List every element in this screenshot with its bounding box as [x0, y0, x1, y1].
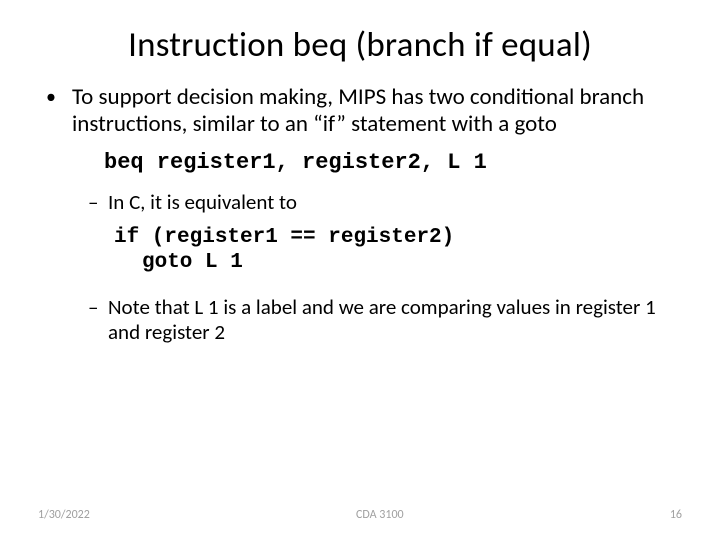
- bullet-dash: –: [88, 295, 108, 345]
- bullet-text: To support decision making, MIPS has two…: [72, 84, 680, 138]
- code-c: if (register1 == register2) goto L 1: [114, 225, 680, 275]
- bullet-level1: • To support decision making, MIPS has t…: [46, 84, 680, 138]
- bullet-text: In C, it is equivalent to: [108, 190, 680, 215]
- footer-page: 16: [670, 508, 682, 522]
- code-beq: beq register1, register2, L 1: [104, 150, 680, 176]
- bullet-level2-a: – In C, it is equivalent to: [88, 190, 680, 215]
- footer-date: 1/30/2022: [38, 508, 90, 522]
- bullet-level2-b: – Note that L 1 is a label and we are co…: [88, 295, 680, 345]
- bullet-text: Note that L 1 is a label and we are comp…: [108, 295, 680, 345]
- code-line-1: if (register1 == register2): [114, 225, 680, 250]
- slide-title: Instruction beq (branch if equal): [40, 24, 680, 66]
- slide-footer: 1/30/2022 CDA 3100 16: [0, 508, 720, 522]
- bullet-dash: –: [88, 190, 108, 215]
- footer-course: CDA 3100: [356, 508, 404, 522]
- bullet-dot: •: [46, 84, 72, 138]
- slide-body: • To support decision making, MIPS has t…: [40, 84, 680, 345]
- code-line-2: goto L 1: [114, 250, 680, 275]
